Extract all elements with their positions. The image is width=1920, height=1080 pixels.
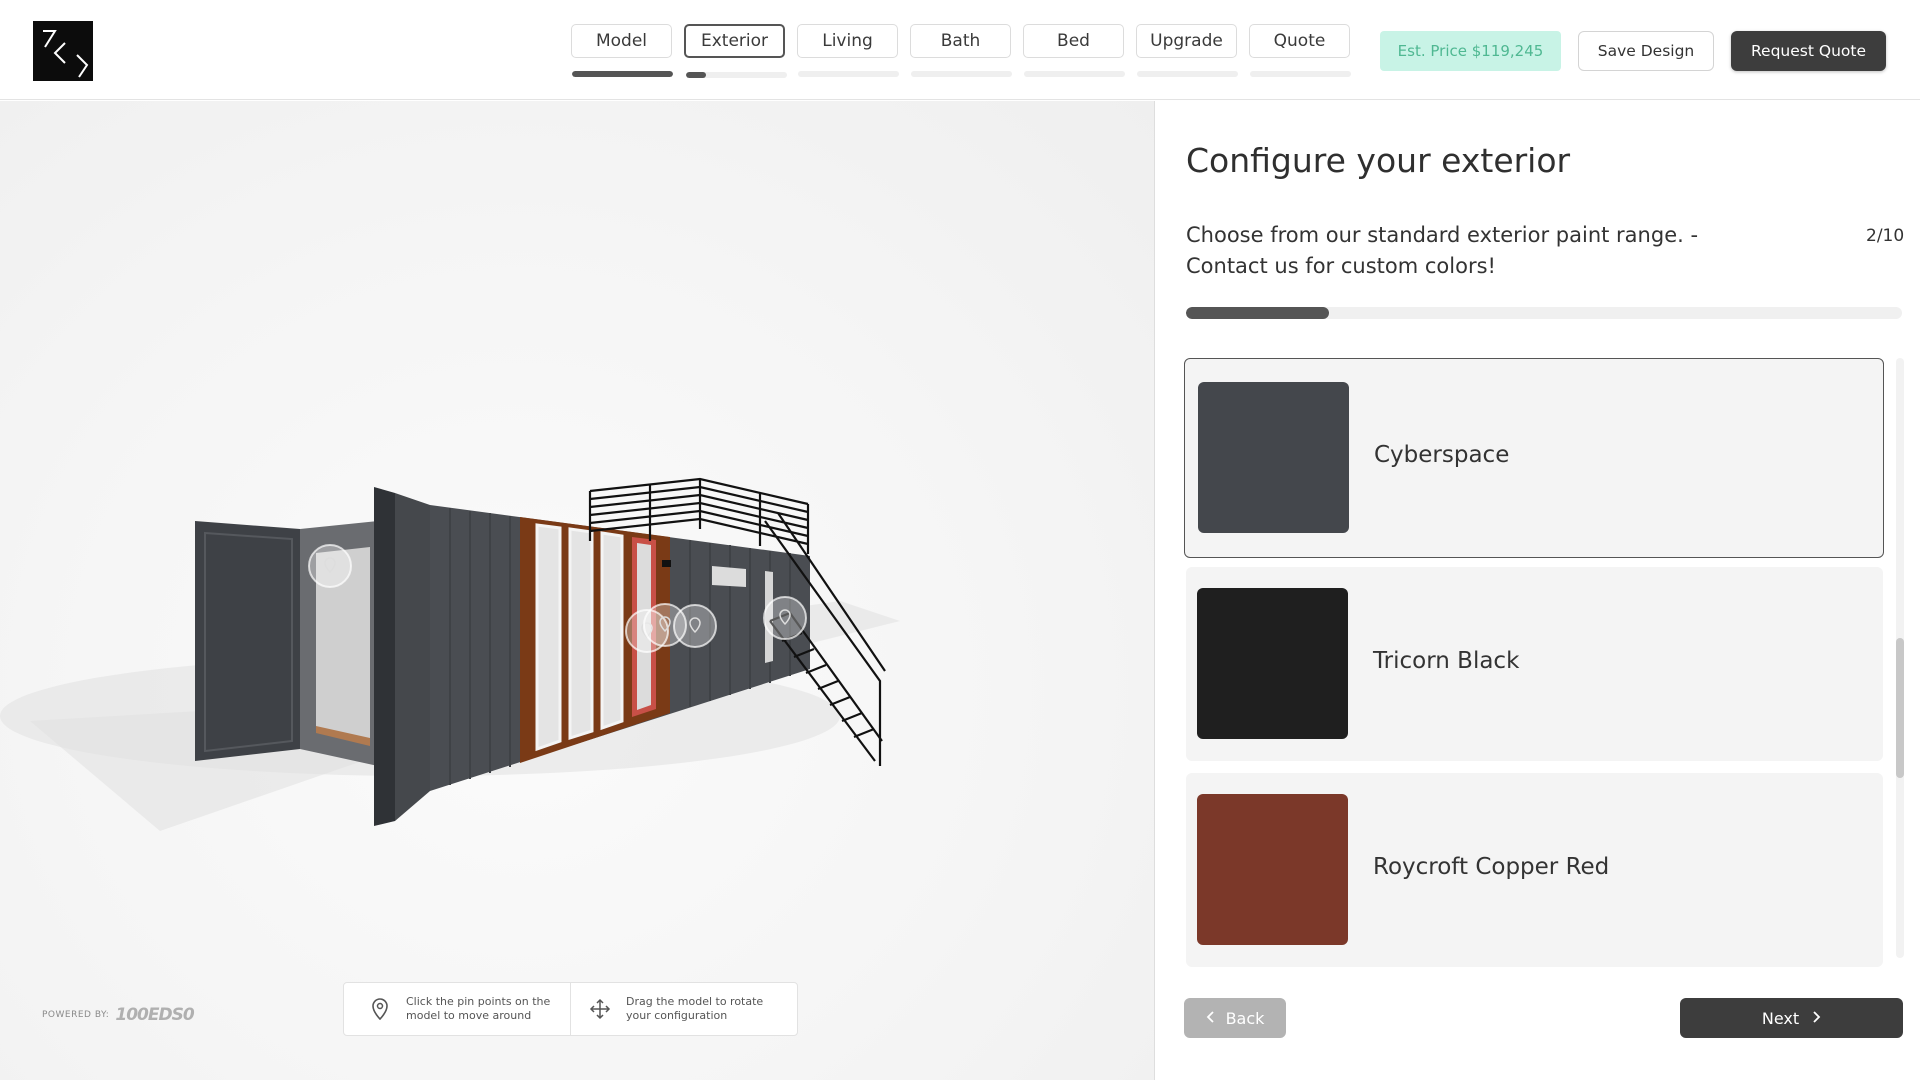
step-counter: 2/10 (1866, 226, 1905, 246)
model-viewer[interactable]: POWERED BY: 100EDS0 Click the pin points… (0, 101, 1155, 1080)
tab-label: Bed (1057, 31, 1090, 51)
tab-quote[interactable]: Quote (1249, 24, 1351, 77)
color-option-tricorn-black[interactable]: Tricorn Black (1186, 567, 1883, 761)
tab-upgrade[interactable]: Upgrade (1136, 24, 1238, 77)
tab-label: Living (822, 31, 873, 51)
tab-label: Upgrade (1150, 31, 1223, 51)
tab-progress (572, 71, 673, 77)
tab-progress-fill (572, 71, 673, 77)
powered-by-brand[interactable]: 100EDS0 (115, 1005, 194, 1025)
chevron-right-icon (1811, 1009, 1821, 1028)
tab-label: Quote (1273, 31, 1326, 51)
small-window (712, 566, 746, 587)
window-3 (600, 531, 624, 731)
tab-living[interactable]: Living (797, 24, 899, 77)
color-option-label: Cyberspace (1374, 442, 1510, 468)
color-swatch (1197, 794, 1348, 945)
powered-by: POWERED BY: 100EDS0 (42, 1005, 195, 1025)
step-progress-bar (1186, 307, 1902, 319)
step-progress-fill (1186, 307, 1330, 319)
move-arrows-icon (588, 997, 612, 1021)
estimated-price-badge: Est. Price $119,245 (1380, 31, 1561, 71)
tab-bed[interactable]: Bed (1023, 24, 1125, 77)
tab-label: Model (595, 31, 648, 51)
panel-title: Configure your exterior (1186, 141, 1571, 180)
window-2 (568, 527, 594, 741)
step-tabs: Model Exterior Living Bath Bed Upgrade Q… (571, 24, 1351, 78)
pin-hint-text: Click the pin points on the model to mov… (406, 995, 551, 1022)
options-scrollbar[interactable] (1896, 358, 1904, 958)
back-label: Back (1225, 1008, 1265, 1028)
tab-label: Exterior (700, 31, 769, 51)
pin-hint: Click the pin points on the model to mov… (344, 983, 571, 1035)
color-option-cyberspace[interactable]: Cyberspace (1184, 358, 1884, 558)
brand-logo[interactable] (33, 21, 93, 81)
configuration-panel: Configure your exterior Choose from our … (1156, 101, 1920, 1080)
tab-progress (686, 72, 787, 78)
tab-progress (1137, 71, 1238, 77)
corner-post (374, 487, 395, 826)
drag-hint: Drag the model to rotate your configurat… (571, 983, 776, 1035)
nav-pin-1[interactable] (308, 544, 352, 588)
panel-description: Choose from our standard exterior paint … (1186, 223, 1699, 278)
color-option-label: Tricorn Black (1373, 648, 1520, 674)
open-door-right (395, 493, 430, 821)
viewer-hint-box: Click the pin points on the model to mov… (343, 982, 798, 1036)
tab-progress-fill (686, 72, 707, 78)
color-swatch (1198, 382, 1349, 533)
top-header: Model Exterior Living Bath Bed Upgrade Q… (0, 0, 1920, 100)
back-button[interactable]: Back (1184, 998, 1286, 1038)
window-1 (535, 523, 562, 752)
nav-pin-4[interactable] (673, 604, 717, 648)
tab-progress (911, 71, 1012, 77)
powered-by-label: POWERED BY: (42, 1010, 110, 1020)
color-option-roycroft-copper-red[interactable]: Roycroft Copper Red (1186, 773, 1883, 967)
chevron-left-icon (1206, 1009, 1216, 1028)
drag-hint-text: Drag the model to rotate your configurat… (626, 995, 764, 1022)
open-door-left (195, 521, 300, 761)
tab-progress (1250, 71, 1351, 77)
next-label: Next (1761, 1008, 1800, 1028)
tab-progress (798, 71, 899, 77)
container-home-model[interactable] (0, 101, 1155, 1080)
color-swatch (1197, 588, 1348, 739)
save-design-button[interactable]: Save Design (1578, 31, 1714, 71)
tab-model[interactable]: Model (571, 24, 673, 77)
tab-label: Bath (940, 31, 981, 51)
logo-mark-icon (43, 30, 89, 78)
tab-exterior[interactable]: Exterior (684, 24, 787, 78)
wall-light (662, 560, 671, 567)
tab-bath[interactable]: Bath (910, 24, 1012, 77)
scrollbar-thumb[interactable] (1896, 638, 1904, 778)
request-quote-button[interactable]: Request Quote (1731, 31, 1886, 71)
color-options-list[interactable]: Cyberspace Tricorn Black Roycroft Copper… (1184, 358, 1886, 1059)
next-button[interactable]: Next (1680, 998, 1903, 1038)
color-option-label: Roycroft Copper Red (1373, 854, 1610, 880)
nav-pin-5[interactable] (763, 596, 807, 640)
tab-progress (1024, 71, 1125, 77)
map-pin-icon (368, 997, 392, 1021)
